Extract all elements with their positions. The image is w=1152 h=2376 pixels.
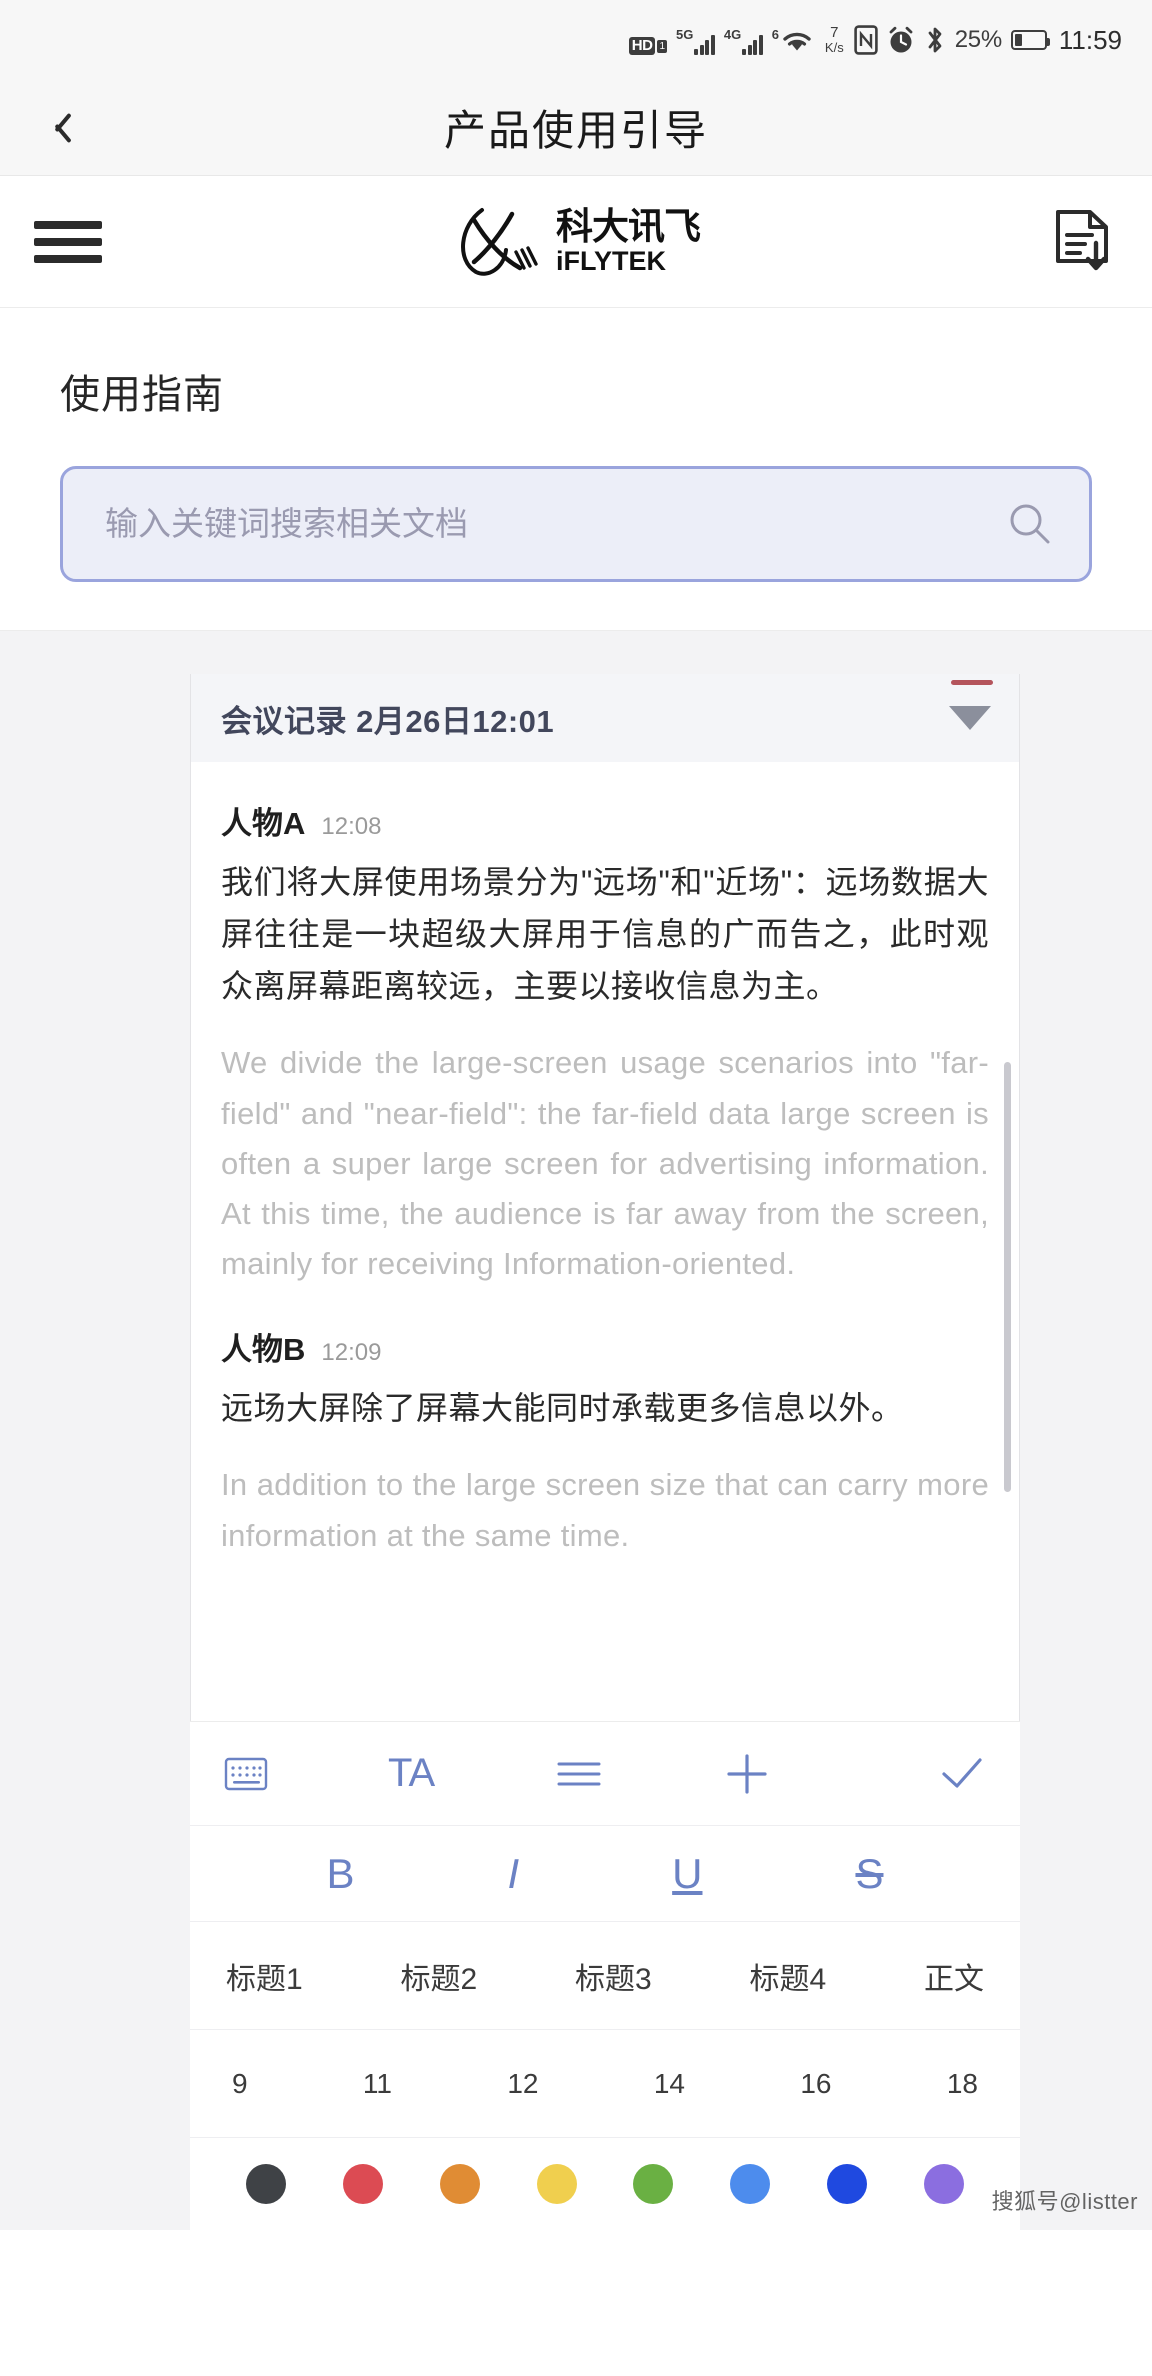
speaker-timestamp: 12:09 bbox=[321, 1338, 382, 1366]
brand-bar: 科大讯飞 iFLYTEK bbox=[0, 176, 1152, 308]
chevron-down-icon[interactable] bbox=[949, 706, 991, 730]
font-size-12[interactable]: 12 bbox=[507, 2068, 538, 2100]
style-heading-1[interactable]: 标题1 bbox=[226, 1954, 303, 1998]
signal-5g-icon: 5G bbox=[676, 25, 715, 55]
sim-label: 1 bbox=[657, 39, 667, 53]
speaker-name: 人物B bbox=[221, 1331, 306, 1367]
style-heading-2[interactable]: 标题2 bbox=[401, 1954, 478, 1998]
bold-button[interactable]: B bbox=[326, 1852, 354, 1895]
text-format-icon[interactable]: TA bbox=[388, 1751, 435, 1796]
text-format-label: TA bbox=[388, 1751, 435, 1795]
document-area: 会议记录 2月26日12:01 人物A 12:08 我们将大屏使用场景分为"远场… bbox=[0, 674, 1152, 2230]
toolbar-format-row: B I U S bbox=[190, 1826, 1020, 1922]
color-swatch-1[interactable] bbox=[342, 2164, 383, 2204]
logo-chinese-label: 科大讯飞 bbox=[556, 206, 701, 247]
signal-bars-1 bbox=[694, 33, 715, 55]
transcript-text-zh[interactable]: 我们将大屏使用场景分为"远场"和"近场"：远场数据大屏往往是一块超级大屏用于信息… bbox=[221, 857, 989, 1012]
status-bar: HD 1 5G 4G 6 7 K/s 25% 11:59 bbox=[0, 0, 1152, 80]
signal-4g-icon: 4G bbox=[724, 25, 763, 55]
wifi-icon: 6 bbox=[772, 25, 814, 55]
section-divider bbox=[0, 630, 1152, 674]
document-body: 人物A 12:08 我们将大屏使用场景分为"远场"和"近场"：远场数据大屏往往是… bbox=[191, 762, 1019, 1561]
page-title: 产品使用引导 bbox=[443, 107, 708, 154]
color-swatch-0[interactable] bbox=[246, 2164, 286, 2204]
search-box[interactable] bbox=[60, 466, 1092, 582]
toolbar-fontsize-row: 9 11 12 14 16 18 bbox=[190, 2030, 1020, 2138]
toolbar-color-row bbox=[190, 2138, 1020, 2230]
network-4g-label: 4G bbox=[723, 27, 742, 42]
font-size-18[interactable]: 18 bbox=[947, 2068, 978, 2100]
italic-button[interactable]: I bbox=[507, 1852, 519, 1895]
toolbar-style-row: 标题1 标题2 标题3 标题4 正文 bbox=[190, 1922, 1020, 2030]
speaker-line: 人物A 12:08 bbox=[221, 798, 989, 843]
toolbar-primary-row: TA bbox=[190, 1722, 1020, 1826]
speaker-timestamp: 12:08 bbox=[321, 813, 382, 840]
color-swatch-2[interactable] bbox=[439, 2164, 480, 2204]
font-size-14[interactable]: 14 bbox=[654, 2068, 685, 2100]
battery-icon bbox=[1010, 30, 1050, 50]
style-body-text[interactable]: 正文 bbox=[924, 1954, 984, 1998]
style-heading-4[interactable]: 标题4 bbox=[750, 1954, 827, 1998]
keyboard-icon[interactable] bbox=[224, 1756, 268, 1792]
underline-button[interactable]: U bbox=[672, 1852, 702, 1895]
search-icon[interactable] bbox=[1007, 501, 1053, 547]
title-bar: 产品使用引导 bbox=[0, 80, 1152, 176]
color-swatch-7[interactable] bbox=[923, 2164, 964, 2204]
status-system-group: 25% 11:59 bbox=[854, 25, 1122, 56]
strikethrough-button[interactable]: S bbox=[855, 1852, 883, 1895]
vertical-scrollbar[interactable] bbox=[1004, 1062, 1011, 1492]
document-download-icon[interactable] bbox=[1048, 207, 1118, 277]
bluetooth-icon bbox=[924, 25, 946, 55]
transcript-entry: 人物B 12:09 远场大屏除了屏幕大能同时承载更多信息以外。 In addit… bbox=[221, 1324, 989, 1561]
watermark: 搜狐号@listter bbox=[991, 2189, 1138, 2214]
back-button[interactable] bbox=[0, 80, 110, 176]
color-swatch-5[interactable] bbox=[730, 2164, 771, 2204]
color-swatch-3[interactable] bbox=[536, 2164, 577, 2204]
iflytek-logo-mark bbox=[461, 207, 538, 276]
color-swatch-4[interactable] bbox=[633, 2164, 674, 2204]
transcript-entry: 人物A 12:08 我们将大屏使用场景分为"远场"和"近场"：远场数据大屏往往是… bbox=[221, 798, 989, 1290]
network-speed-indicator: 7 K/s bbox=[825, 25, 844, 55]
search-wrapper bbox=[60, 466, 1092, 582]
search-input[interactable] bbox=[105, 505, 1007, 543]
speaker-line: 人物B 12:09 bbox=[221, 1324, 989, 1369]
add-plus-icon[interactable] bbox=[724, 1751, 770, 1797]
wifi-glyph bbox=[780, 25, 814, 55]
status-clock: 11:59 bbox=[1058, 24, 1122, 55]
status-connectivity-group: HD 1 5G 4G 6 7 K/s bbox=[628, 25, 844, 55]
hamburger-menu-icon[interactable] bbox=[34, 207, 104, 277]
document-header: 会议记录 2月26日12:01 bbox=[191, 674, 1019, 762]
speaker-name: 人物A bbox=[221, 806, 306, 841]
transcript-text-en[interactable]: In addition to the large screen size tha… bbox=[221, 1460, 989, 1560]
hd-voice-icon: HD 1 bbox=[628, 37, 667, 55]
color-swatch-6[interactable] bbox=[827, 2164, 868, 2204]
iflytek-logo: 科大讯飞 iFLYTEK bbox=[452, 206, 701, 278]
alarm-icon bbox=[887, 25, 915, 55]
font-size-11[interactable]: 11 bbox=[363, 2068, 392, 2100]
align-lines-icon[interactable] bbox=[554, 1756, 604, 1792]
transcript-text-zh[interactable]: 远场大屏除了屏幕大能同时承载更多信息以外。 bbox=[221, 1383, 989, 1435]
iflytek-logo-text: 科大讯飞 iFLYTEK bbox=[556, 206, 701, 276]
font-size-9[interactable]: 9 bbox=[232, 2068, 248, 2100]
hd-label: HD bbox=[628, 37, 656, 55]
editor-toolbar: TA B I U S 标题1 标题2 标题3 标题4 正文 9 11 12 14… bbox=[190, 1721, 1020, 2230]
red-marker-indicator bbox=[951, 680, 993, 685]
confirm-check-icon[interactable] bbox=[938, 1754, 986, 1794]
guide-section: 使用指南 bbox=[0, 308, 1152, 582]
network-5g-label: 5G bbox=[676, 27, 694, 42]
transcript-text-en[interactable]: We divide the large-screen usage scenari… bbox=[221, 1038, 989, 1289]
battery-percent-label: 25% bbox=[954, 26, 1002, 53]
wifi-generation-label: 6 bbox=[771, 27, 779, 42]
font-size-16[interactable]: 16 bbox=[800, 2068, 831, 2100]
guide-heading: 使用指南 bbox=[60, 373, 224, 417]
network-speed-unit: K/s bbox=[824, 40, 844, 55]
network-speed-value: 7 bbox=[830, 24, 839, 41]
style-heading-3[interactable]: 标题3 bbox=[575, 1954, 652, 1998]
document-title: 会议记录 2月26日12:01 bbox=[221, 703, 555, 739]
logo-english-label: iFLYTEK bbox=[556, 246, 667, 276]
signal-bars-2 bbox=[742, 33, 763, 55]
nfc-icon bbox=[854, 25, 878, 55]
back-chevron-icon bbox=[44, 109, 66, 147]
